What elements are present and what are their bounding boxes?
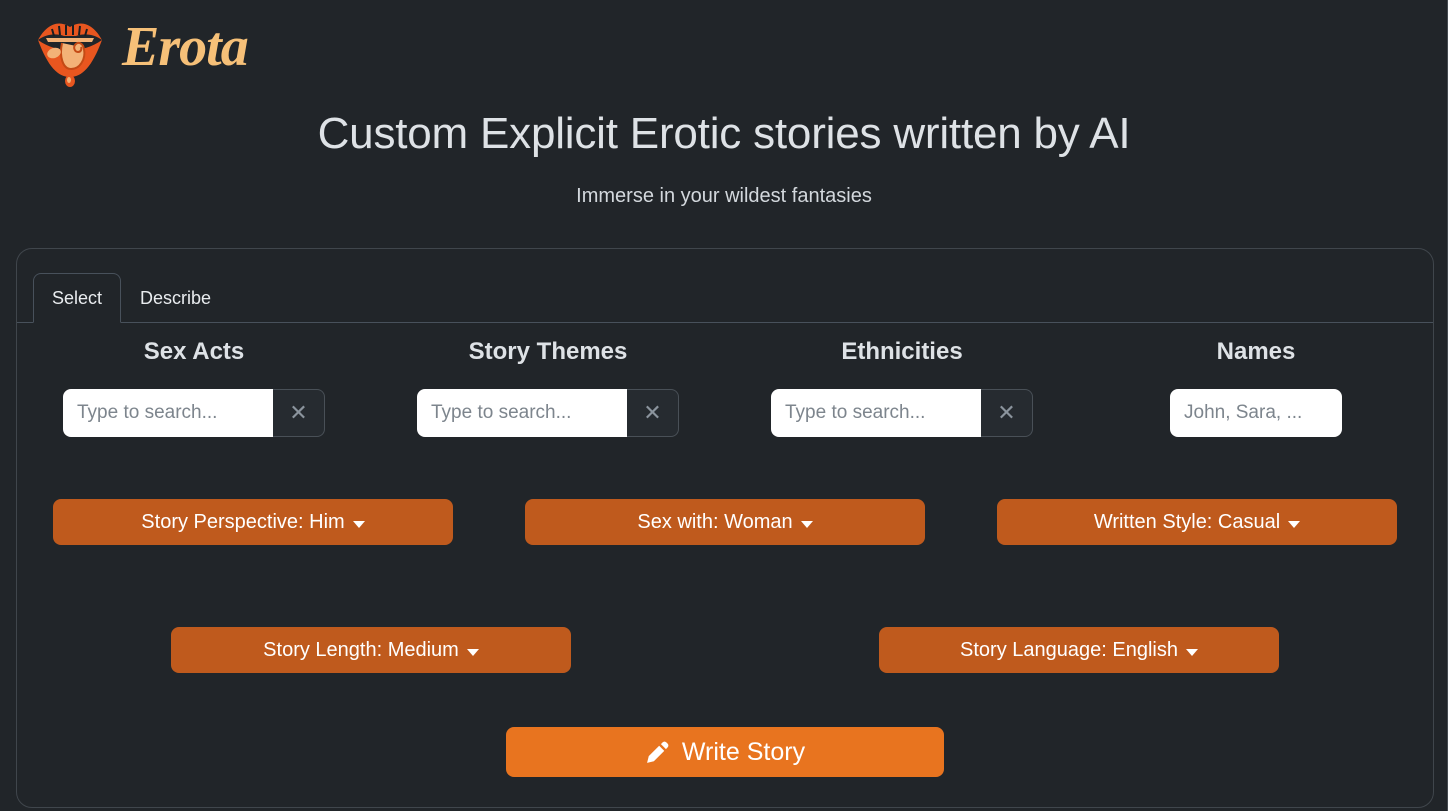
heading-sex-acts: Sex Acts: [143, 338, 245, 365]
brand-wordmark: Erota: [122, 16, 249, 78]
story-themes-clear-icon[interactable]: ✕: [627, 389, 679, 437]
story-language-dropdown[interactable]: Story Language: English: [879, 627, 1279, 673]
heading-story-themes: Story Themes: [468, 338, 628, 365]
tab-select[interactable]: Select: [33, 273, 122, 323]
chevron-down-icon: [1288, 520, 1301, 528]
brand-logo[interactable]: Erota: [28, 6, 249, 92]
dropdown-row-secondary: Story Length: Medium Story Language: Eng…: [17, 627, 1433, 673]
chevron-down-icon: [800, 520, 813, 528]
story-perspective-dropdown[interactable]: Story Perspective: Him: [53, 499, 453, 545]
dropdown-cell-story-language: Story Language: English: [725, 627, 1433, 673]
story-length-label: Story Length: Medium: [263, 639, 459, 661]
dropdown-cell-perspective: Story Perspective: Him: [17, 499, 489, 545]
heading-ethnicities: Ethnicities: [841, 338, 963, 365]
write-story-label: Write Story: [681, 737, 806, 766]
story-builder-card: Select Describe Sex Acts Story Themes Et…: [16, 248, 1434, 808]
page-title: Custom Explicit Erotic stories written b…: [317, 109, 1131, 158]
dropdown-row-primary: Story Perspective: Him Sex with: Woman W…: [17, 499, 1433, 545]
chevron-down-icon: [466, 648, 479, 656]
search-fields-row: ✕ ✕ ✕: [17, 389, 1433, 437]
dropdown-cell-written-style: Written Style: Casual: [961, 499, 1433, 545]
pen-icon: [646, 741, 669, 763]
write-story-button[interactable]: Write Story: [506, 727, 944, 777]
names-input[interactable]: [1170, 389, 1342, 437]
chevron-down-icon: [352, 520, 365, 528]
dropdown-cell-sex-with: Sex with: Woman: [489, 499, 961, 545]
column-headings: Sex Acts Story Themes Ethnicities Names: [17, 337, 1433, 367]
submit-row: Write Story: [17, 727, 1433, 777]
sex-with-label: Sex with: Woman: [637, 511, 793, 533]
written-style-dropdown[interactable]: Written Style: Casual: [997, 499, 1397, 545]
sex-acts-search-input[interactable]: [63, 389, 273, 437]
tab-bar: Select Describe: [17, 271, 1433, 323]
sex-acts-clear-icon[interactable]: ✕: [273, 389, 325, 437]
dropdown-cell-story-length: Story Length: Medium: [17, 627, 725, 673]
sex-with-dropdown[interactable]: Sex with: Woman: [525, 499, 925, 545]
page-subtitle: Immerse in your wildest fantasies: [576, 185, 872, 207]
ethnicities-search-input[interactable]: [771, 389, 981, 437]
story-language-label: Story Language: English: [960, 639, 1178, 661]
chevron-down-icon: [1185, 648, 1198, 656]
tab-describe[interactable]: Describe: [121, 273, 230, 323]
hero-section: Custom Explicit Erotic stories written b…: [0, 104, 1448, 210]
story-perspective-label: Story Perspective: Him: [141, 511, 345, 533]
story-length-dropdown[interactable]: Story Length: Medium: [171, 627, 571, 673]
heading-names: Names: [1216, 338, 1296, 365]
lips-tongue-icon: [38, 23, 102, 87]
field-group-names: [1079, 389, 1433, 437]
story-themes-search-input[interactable]: [417, 389, 627, 437]
written-style-label: Written Style: Casual: [1093, 511, 1281, 533]
field-group-sex-acts: ✕: [17, 389, 371, 437]
field-group-story-themes: ✕: [371, 389, 725, 437]
ethnicities-clear-icon[interactable]: ✕: [981, 389, 1033, 437]
field-group-ethnicities: ✕: [725, 389, 1079, 437]
